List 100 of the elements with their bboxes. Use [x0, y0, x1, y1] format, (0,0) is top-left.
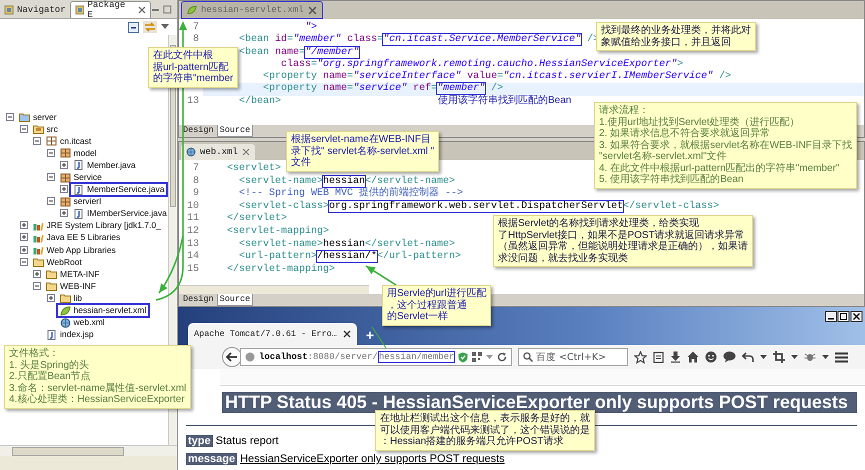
code-line: </servlet-mapping> [227, 264, 336, 276]
caret-icon[interactable] [822, 354, 829, 360]
expand-toggle[interactable] [20, 221, 28, 230]
undo-icon[interactable] [742, 352, 754, 362]
tree-item[interactable]: lib [58, 292, 84, 304]
xml-file-icon [186, 147, 196, 157]
tree-item[interactable]: cn.itcast [44, 136, 94, 147]
annotation-note: 根据Servlet的名称找到请求处理类，给类实现 了HttpServlet接口，如果不是POST请求就返回请求异常 （虽然返回异常，但能说明处理请求是正确的），如果请 求没问题，就去找业务实现类 [493, 215, 753, 267]
tree-item[interactable]: IMemberService.java [71, 208, 169, 220]
scrollbar[interactable] [0, 445, 177, 456]
expand-toggle[interactable] [46, 148, 56, 158]
menu-icon[interactable] [835, 352, 848, 362]
collapse-all-icon[interactable] [128, 22, 139, 32]
caret-icon[interactable] [760, 354, 767, 360]
scrollbar[interactable] [179, 285, 369, 294]
annotation-note: 找到最终的业务处理类，并将此对 象赋值给业务接口，并且返回 [596, 22, 756, 51]
expand-toggle[interactable] [33, 270, 42, 279]
field-value: Status report [216, 435, 279, 447]
shield-icon [458, 352, 468, 362]
expand-toggle[interactable] [33, 136, 42, 146]
tree-item[interactable]: Web App Libraries [30, 244, 118, 256]
code-line: <property name="serviceInterface" value="cn.itcast.servierI.IMemberService" /> [263, 71, 732, 82]
annotation-note: 在此文件中根 据url-pattern匹配 的字符串"member [148, 47, 238, 88]
field-label: message [186, 453, 238, 465]
leaf-file-icon [187, 5, 197, 15]
tree-item[interactable]: web.xml [58, 317, 107, 328]
tree-item[interactable]: JRE System Library [jdk1.7.0_ [30, 220, 163, 232]
view-tab[interactable]: Source [216, 125, 254, 137]
expand-toggle[interactable] [6, 112, 15, 122]
tree-item[interactable]: Member.java [71, 160, 138, 171]
expand-toggle[interactable] [20, 233, 28, 242]
expand-toggle[interactable] [20, 258, 28, 267]
clipboard-icon[interactable] [653, 351, 664, 363]
tree-item[interactable]: server [17, 112, 59, 123]
editor-tab[interactable]: web.xml [181, 144, 255, 160]
tree-item[interactable]: servierI [58, 196, 104, 208]
expand-toggle[interactable] [60, 209, 69, 218]
globe-icon [245, 352, 255, 362]
home-icon[interactable] [687, 351, 699, 363]
new-tab-button[interactable]: + [362, 327, 378, 343]
line-number: 15 [186, 264, 199, 275]
annotation-note: 根据servlet-name在WEB-INF目 录下找" servlet名称-servlet.xml " 文件 [286, 131, 440, 172]
expand-toggle[interactable] [60, 160, 69, 170]
expand-toggle[interactable] [46, 197, 56, 206]
tree-item[interactable]: Service [58, 172, 104, 184]
search-field[interactable]: 百度 <Ctrl+K> [518, 348, 628, 366]
code-line: "> [305, 22, 318, 34]
package-icon [46, 136, 57, 146]
message-link[interactable]: HessianServiceExporter only supports POST requests [240, 453, 505, 465]
line-number: 7 [192, 22, 199, 33]
tree-item[interactable]: MemberService.java [70, 183, 168, 196]
view-icon [74, 5, 84, 15]
view-tab[interactable]: Design [181, 294, 216, 306]
line-number: 7 [192, 163, 199, 174]
back-button[interactable] [222, 347, 242, 367]
tree-item[interactable]: WebRoot [30, 256, 84, 268]
view-tab[interactable]: Design [181, 125, 216, 137]
tree-item[interactable]: hessian-servlet.xml [56, 304, 150, 318]
view-tab[interactable]: Source [216, 294, 254, 306]
tree-item[interactable]: index.jsp [44, 329, 96, 340]
minimize-maximize-icon[interactable] [151, 5, 173, 14]
code-line: <servlet-name>hessian</servlet-name> [239, 176, 456, 187]
annotation-note: 请求流程： 1.使用url地址找到Servlet处理类（进行匹配） 2. 如果请求信息不符合要求就返回异常 3. 如果符合要求，就根据servlet名称在WEB-INF目录下找 "servlet名称-servlet.xml"文件 4. 在此文件中根据url-pattern匹配出的字符串"member" 5. 使用该字符串找到匹配的Bean [594, 102, 857, 188]
tree-item[interactable]: META-INF [44, 268, 102, 280]
expand-toggle[interactable] [33, 282, 42, 291]
close-icon[interactable] [138, 6, 146, 14]
caret-icon[interactable] [161, 24, 169, 30]
tree-item[interactable]: model [58, 148, 99, 159]
smiley-icon[interactable] [705, 351, 717, 363]
window-controls-icon[interactable] [825, 311, 863, 322]
annotation-note: 使用该字符串找到匹配的Bean [438, 95, 572, 106]
caret-icon[interactable] [791, 354, 798, 360]
expand-toggle[interactable] [46, 294, 56, 303]
crop-icon[interactable] [773, 351, 785, 363]
address-bar[interactable]: localhost:8080/server/hessian/member [240, 348, 512, 366]
chat-icon[interactable] [723, 351, 736, 363]
package-icon [60, 148, 70, 158]
reload-icon[interactable] [497, 352, 507, 362]
close-icon[interactable] [342, 330, 351, 338]
tree-item[interactable]: Java EE 5 Libraries [30, 232, 122, 244]
qr-code-icon[interactable] [472, 352, 482, 362]
package-icon [60, 196, 70, 207]
library-icon [32, 245, 44, 256]
bug-icon[interactable] [804, 352, 816, 362]
star-icon[interactable] [634, 350, 647, 364]
expand-toggle[interactable] [60, 185, 69, 194]
java-file-icon [73, 160, 84, 170]
download-icon[interactable] [670, 351, 681, 363]
tree-item[interactable]: src [30, 124, 60, 135]
expand-toggle[interactable] [46, 173, 56, 182]
view-tab[interactable]: Package E [70, 1, 152, 18]
expand-toggle[interactable] [20, 246, 28, 255]
expand-toggle[interactable] [20, 124, 28, 134]
view-tab[interactable]: Navigator [0, 2, 70, 18]
browser-tab[interactable]: Apache Tomcat/7.0.61 - Erro… [188, 323, 357, 345]
line-number: 12 [186, 226, 199, 237]
code-line: </bean> [239, 96, 282, 108]
tree-item[interactable]: WEB-INF [44, 280, 98, 292]
line-number: 11 [186, 213, 199, 224]
xml-file-icon [60, 318, 70, 328]
